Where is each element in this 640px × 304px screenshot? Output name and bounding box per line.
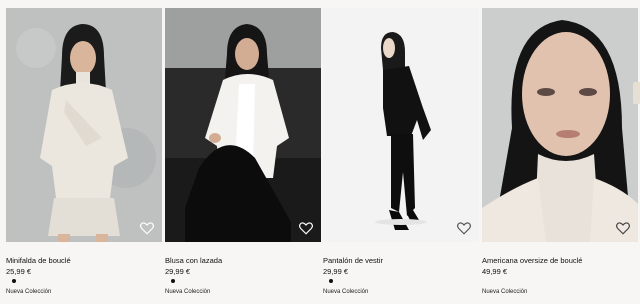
product-name[interactable]: Pantalón de vestir (323, 256, 383, 265)
product-price: 49,99 € (482, 267, 508, 276)
favorite-heart-icon[interactable] (457, 222, 471, 235)
product-image[interactable] (6, 8, 162, 242)
product-card: Americana oversize de bouclé 49,99 € Nue… (482, 0, 638, 304)
color-swatch[interactable] (329, 279, 333, 283)
favorite-heart-icon[interactable] (616, 222, 630, 235)
product-photo-blouse (165, 8, 321, 242)
new-collection-badge: Nueva Colección (6, 289, 52, 295)
favorite-heart-icon[interactable] (140, 222, 154, 235)
product-card: Blusa con lazada 29,99 € Nueva Colección (165, 0, 321, 304)
product-image[interactable] (482, 8, 638, 242)
product-name[interactable]: Blusa con lazada (165, 256, 222, 265)
product-photo-skirt (6, 8, 162, 242)
product-price: 25,99 € (6, 267, 32, 276)
favorite-heart-icon[interactable] (299, 222, 313, 235)
product-photo-trousers (323, 8, 479, 242)
product-card: Minifalda de bouclé 25,99 € Nueva Colecc… (6, 0, 162, 304)
product-card: Pantalón de vestir 29,99 € Nueva Colecci… (323, 0, 479, 304)
side-panel-tab[interactable] (633, 82, 640, 104)
color-swatch[interactable] (171, 279, 175, 283)
product-photo-blazer (482, 8, 638, 242)
product-grid: Minifalda de bouclé 25,99 € Nueva Colecc… (0, 0, 640, 304)
new-collection-badge: Nueva Colección (165, 289, 211, 295)
product-image[interactable] (323, 8, 479, 242)
new-collection-badge: Nueva Colección (323, 289, 369, 295)
product-name[interactable]: Minifalda de bouclé (6, 256, 71, 265)
product-name[interactable]: Americana oversize de bouclé (482, 256, 582, 265)
color-swatch[interactable] (12, 279, 16, 283)
product-price: 29,99 € (323, 267, 349, 276)
product-price: 29,99 € (165, 267, 191, 276)
product-image[interactable] (165, 8, 321, 242)
new-collection-badge: Nueva Colección (482, 289, 528, 295)
